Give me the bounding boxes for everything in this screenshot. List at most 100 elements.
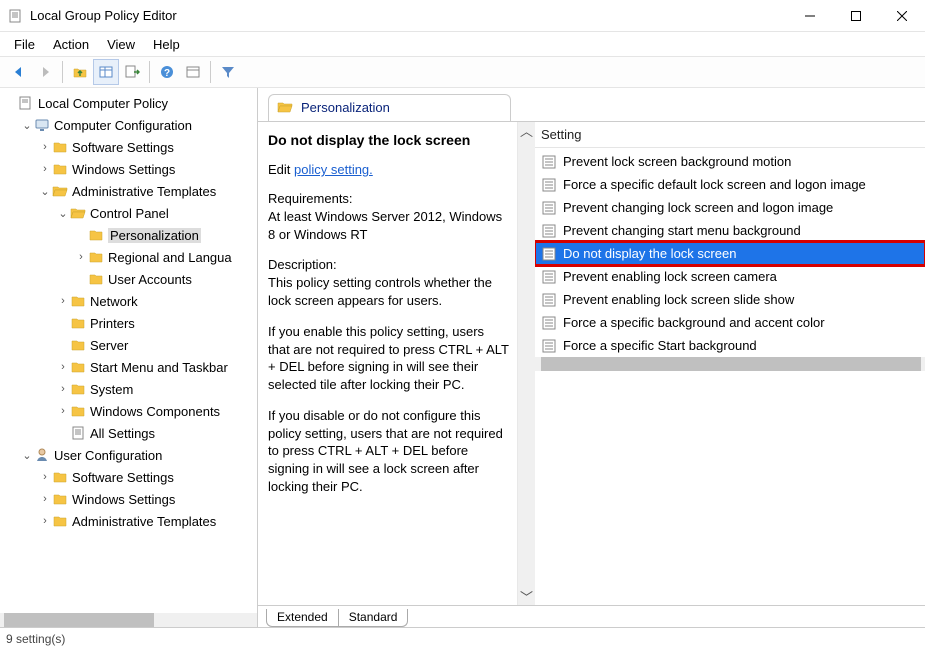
requirements-text: At least Windows Server 2012, Windows 8 … (268, 208, 509, 243)
list-vscrollbar[interactable]: ︿ ﹀ (518, 122, 535, 605)
twisty-icon[interactable]: › (38, 141, 52, 153)
list-row[interactable]: Prevent enabling lock screen camera (535, 265, 925, 288)
tree-label: Network (90, 294, 138, 309)
minimize-button[interactable] (787, 0, 833, 32)
list-row[interactable]: Do not display the lock screen (535, 242, 925, 265)
twisty-icon[interactable]: › (56, 383, 70, 395)
list-row[interactable]: Force a specific Start background (535, 334, 925, 357)
tree-icon (70, 315, 86, 331)
description-label: Description: (268, 257, 509, 272)
detail-heading: Do not display the lock screen (268, 132, 509, 148)
description-p2: If you enable this policy setting, users… (268, 323, 509, 393)
twisty-icon[interactable]: › (38, 493, 52, 505)
tree-icon (52, 183, 68, 199)
tree-item[interactable]: › Administrative Templates (0, 510, 257, 532)
tree-label: Windows Components (90, 404, 220, 419)
tree-icon (70, 381, 86, 397)
setting-label: Force a specific background and accent c… (563, 315, 825, 330)
tree-item[interactable]: › Network (0, 290, 257, 312)
tree-root[interactable]: Local Computer Policy (0, 92, 257, 114)
list-hscrollbar[interactable] (535, 357, 925, 371)
content-area: Local Computer Policy⌄Computer Configura… (0, 88, 925, 627)
menu-action[interactable]: Action (45, 35, 97, 54)
tree-label: Administrative Templates (72, 514, 216, 529)
export-button[interactable] (119, 59, 145, 85)
tree-item[interactable]: ›Windows Settings (0, 488, 257, 510)
twisty-icon[interactable]: › (56, 295, 70, 307)
properties-button[interactable] (180, 59, 206, 85)
twisty-icon[interactable]: › (38, 471, 52, 483)
tree-item[interactable]: ⌄User Configuration (0, 444, 257, 466)
twisty-icon[interactable]: › (38, 515, 52, 527)
tree-label: Start Menu and Taskbar (90, 360, 228, 375)
tree-item[interactable]: All Settings (0, 422, 257, 444)
tree-item[interactable]: ⌄Control Panel (0, 202, 257, 224)
twisty-icon[interactable]: › (74, 251, 88, 263)
list-row[interactable]: Force a specific default lock screen and… (535, 173, 925, 196)
setting-icon (541, 223, 557, 239)
description-p1: This policy setting controls whether the… (268, 274, 509, 309)
tree-label: Windows Settings (72, 162, 175, 177)
edit-line: Edit policy setting. (268, 162, 509, 177)
twisty-icon[interactable]: ⌄ (20, 119, 34, 132)
pane-body: Do not display the lock screen Edit poli… (258, 121, 925, 605)
help-button[interactable]: ? (154, 59, 180, 85)
list-view-button[interactable] (93, 59, 119, 85)
tree-item[interactable]: ›Software Settings (0, 136, 257, 158)
twisty-icon[interactable]: ⌄ (38, 185, 52, 198)
tree-item[interactable]: Printers (0, 312, 257, 334)
tab-standard[interactable]: Standard (339, 609, 409, 627)
list-row[interactable]: Prevent enabling lock screen slide show (535, 288, 925, 311)
menu-file[interactable]: File (6, 35, 43, 54)
tree-label: Administrative Templates (72, 184, 216, 199)
list-row[interactable]: Force a specific background and accent c… (535, 311, 925, 334)
setting-icon (541, 338, 557, 354)
close-button[interactable] (879, 0, 925, 32)
tree-item[interactable]: Server (0, 334, 257, 356)
list-row[interactable]: Prevent lock screen background motion (535, 150, 925, 173)
up-button[interactable] (67, 59, 93, 85)
tree-item[interactable]: ›Software Settings (0, 466, 257, 488)
tree-icon (70, 359, 86, 375)
twisty-icon[interactable]: ⌄ (20, 449, 34, 462)
setting-label: Prevent enabling lock screen camera (563, 269, 777, 284)
menu-help[interactable]: Help (145, 35, 188, 54)
twisty-icon[interactable]: › (38, 163, 52, 175)
setting-label: Do not display the lock screen (563, 246, 736, 261)
policy-tree[interactable]: Local Computer Policy⌄Computer Configura… (0, 88, 257, 613)
list-row[interactable]: Prevent changing lock screen and logon i… (535, 196, 925, 219)
tree-icon (52, 513, 68, 529)
tree-item[interactable]: ⌄ Administrative Templates (0, 180, 257, 202)
back-button[interactable] (6, 59, 32, 85)
tree-label: User Accounts (108, 272, 192, 287)
description-p3: If you disable or do not configure this … (268, 407, 509, 495)
tree-icon (52, 139, 68, 155)
twisty-icon[interactable]: › (56, 405, 70, 417)
tree-item[interactable]: › Windows Settings (0, 158, 257, 180)
maximize-button[interactable] (833, 0, 879, 32)
tree-item[interactable]: User Accounts (0, 268, 257, 290)
scroll-up-icon[interactable]: ︿ (518, 122, 535, 139)
app-icon (8, 8, 24, 24)
statusbar: 9 setting(s) (0, 627, 925, 649)
twisty-icon[interactable]: › (56, 361, 70, 373)
tree-item[interactable]: ⌄Computer Configuration (0, 114, 257, 136)
tree-item[interactable]: ›Regional and Langua (0, 246, 257, 268)
tab-extended[interactable]: Extended (266, 609, 339, 627)
filter-button[interactable] (215, 59, 241, 85)
tree-hscrollbar[interactable] (0, 613, 257, 627)
tree-item[interactable]: › Windows Components (0, 400, 257, 422)
tree-label: Printers (90, 316, 135, 331)
list-row[interactable]: Prevent changing start menu background (535, 219, 925, 242)
tree-item[interactable]: Personalization (0, 224, 257, 246)
scroll-down-icon[interactable]: ﹀ (518, 588, 535, 605)
tree-item[interactable]: › Start Menu and Taskbar (0, 356, 257, 378)
forward-button[interactable] (32, 59, 58, 85)
menu-view[interactable]: View (99, 35, 143, 54)
list-column-header[interactable]: Setting (535, 122, 925, 148)
tree-item[interactable]: ›System (0, 378, 257, 400)
twisty-icon[interactable]: ⌄ (56, 207, 70, 220)
edit-policy-link[interactable]: policy setting. (294, 162, 373, 177)
tree-icon (88, 271, 104, 287)
svg-text:?: ? (164, 68, 170, 79)
